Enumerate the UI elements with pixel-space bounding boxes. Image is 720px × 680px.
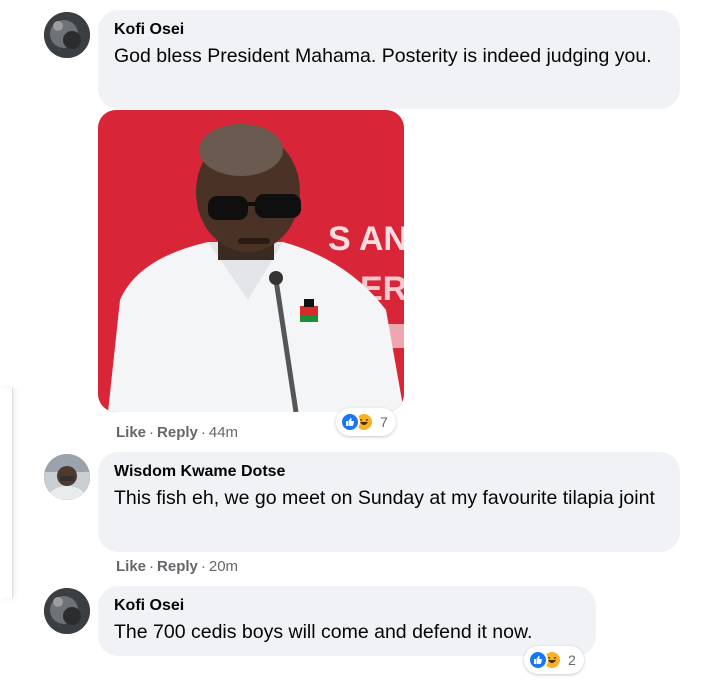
reaction-count: 7 [380, 414, 388, 430]
avatar-image [44, 12, 90, 58]
comment-text: The 700 cedis boys will come and defend … [114, 621, 533, 643]
reply-link[interactable]: Reply [157, 558, 198, 575]
separator: · [200, 558, 206, 575]
comment-bubble: Kofi Osei The 700 cedis boys will come a… [98, 586, 596, 656]
reaction-count: 2 [568, 652, 576, 668]
comment-bubble: Wisdom Kwame Dotse This fish eh, we go m… [98, 452, 680, 552]
reactions-summary[interactable]: 7 [336, 408, 396, 436]
comment-timestamp[interactable]: 44m [209, 424, 238, 441]
reactions-summary[interactable]: 2 [524, 646, 584, 674]
avatar[interactable] [44, 588, 90, 634]
like-icon [528, 650, 548, 670]
like-icon [340, 412, 360, 432]
separator: · [149, 424, 155, 441]
comment-photo-image: S ANI ER [98, 110, 404, 412]
like-link[interactable]: Like [116, 558, 146, 575]
comment-actions: Like · Reply · 20m [116, 558, 238, 575]
reply-link[interactable]: Reply [157, 424, 198, 441]
svg-text:S ANI: S ANI [328, 220, 404, 258]
comment-actions: Like · Reply · 44m [116, 424, 238, 441]
comment-text: God bless President Mahama. Posterity is… [114, 45, 652, 67]
comment-author[interactable]: Kofi Osei [114, 596, 580, 616]
avatar[interactable] [44, 454, 90, 500]
comment-author[interactable]: Wisdom Kwame Dotse [114, 462, 664, 482]
comment-author[interactable]: Kofi Osei [114, 20, 664, 40]
separator: · [200, 424, 206, 441]
comment-bubble: Kofi Osei God bless President Mahama. Po… [98, 10, 680, 109]
comment-text: This fish eh, we go meet on Sunday at my… [114, 487, 655, 509]
separator: · [149, 558, 155, 575]
like-link[interactable]: Like [116, 424, 146, 441]
avatar-image [44, 588, 90, 634]
left-panel-edge [0, 388, 13, 598]
avatar[interactable] [44, 12, 90, 58]
comment-timestamp[interactable]: 20m [209, 558, 238, 575]
avatar-image [44, 454, 90, 500]
comment-photo[interactable]: S ANI ER [98, 110, 404, 412]
